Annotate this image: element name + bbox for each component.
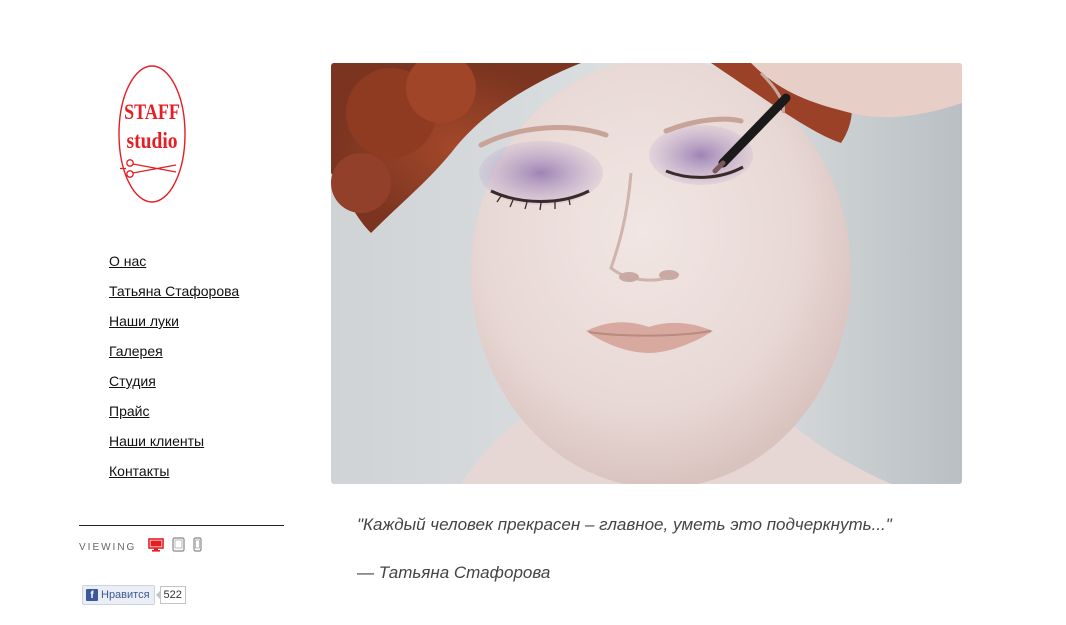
nav-link-tatyana[interactable]: Татьяна Стафорова bbox=[109, 283, 239, 299]
facebook-like-count: 522 bbox=[155, 586, 186, 604]
viewing-mode-selector: VIEWING bbox=[79, 537, 210, 557]
nav-link-clients[interactable]: Наши клиенты bbox=[109, 433, 204, 449]
nav-link-studio[interactable]: Студия bbox=[109, 373, 156, 389]
nav-item-contacts: Контакты bbox=[109, 460, 239, 490]
viewing-label: VIEWING bbox=[79, 541, 137, 553]
desktop-icon[interactable] bbox=[148, 537, 165, 557]
nav-item-gallery: Галерея bbox=[109, 340, 239, 370]
mobile-icon[interactable] bbox=[193, 537, 202, 557]
nav-link-price[interactable]: Прайс bbox=[109, 403, 149, 419]
nav-item-tatyana: Татьяна Стафорова bbox=[109, 280, 239, 310]
facebook-icon: f bbox=[86, 589, 98, 601]
nav-item-studio: Студия bbox=[109, 370, 239, 400]
facebook-like-label: Нравится bbox=[101, 589, 150, 601]
facebook-like-button[interactable]: f Нравится bbox=[82, 585, 155, 605]
nav-item-looks: Наши луки bbox=[109, 310, 239, 340]
nav-link-about[interactable]: О нас bbox=[109, 253, 146, 269]
hero-photo bbox=[331, 63, 962, 484]
svg-text:STAFF: STAFF bbox=[124, 100, 180, 124]
facebook-like-widget: f Нравится 522 bbox=[82, 585, 186, 605]
quote-author: — Татьяна Стафорова bbox=[357, 563, 551, 582]
scissors-icon bbox=[120, 159, 177, 178]
staff-studio-logo[interactable]: STAFF studio bbox=[116, 64, 188, 204]
nav-link-contacts[interactable]: Контакты bbox=[109, 463, 169, 479]
nav-link-looks[interactable]: Наши луки bbox=[109, 313, 179, 329]
page: STAFF studio О нас Татьяна Стафорова Наш… bbox=[0, 0, 1066, 625]
nav-item-price: Прайс bbox=[109, 400, 239, 430]
sidebar-divider bbox=[79, 525, 284, 526]
tablet-icon[interactable] bbox=[172, 537, 185, 557]
svg-text:studio: studio bbox=[127, 128, 178, 154]
nav-item-about: О нас bbox=[109, 250, 239, 280]
quote-text: "Каждый человек прекрасен – главное, уме… bbox=[357, 515, 892, 534]
nav-link-gallery[interactable]: Галерея bbox=[109, 343, 163, 359]
nav-item-clients: Наши клиенты bbox=[109, 430, 239, 460]
main-nav: О нас Татьяна Стафорова Наши луки Галере… bbox=[109, 250, 239, 490]
